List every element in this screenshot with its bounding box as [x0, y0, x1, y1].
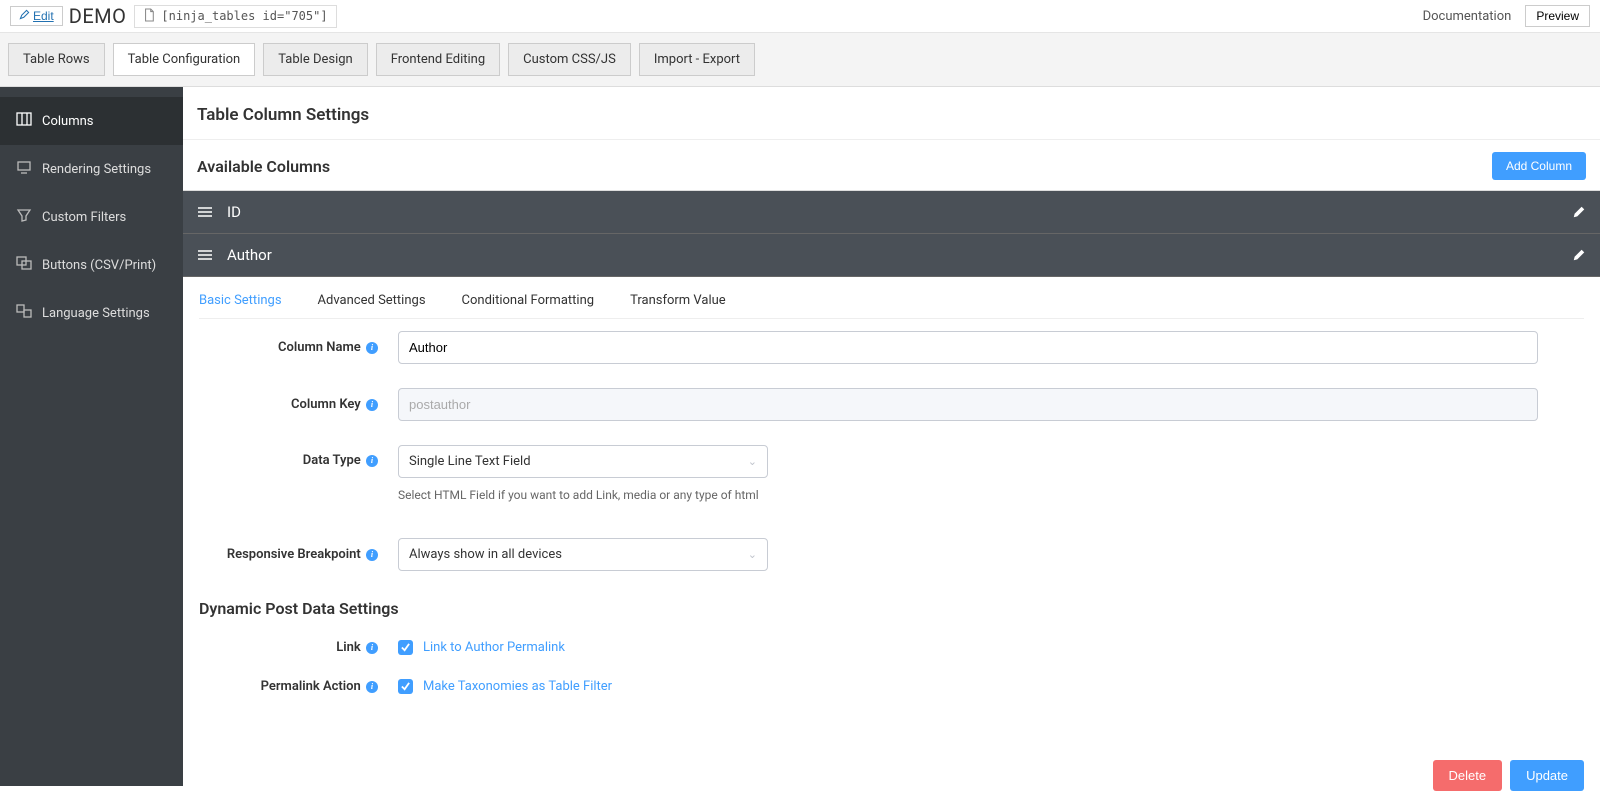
documentation-link[interactable]: Documentation: [1413, 5, 1522, 28]
column-name: Author: [227, 246, 272, 264]
data-type-select[interactable]: Single Line Text Field ⌄: [398, 445, 768, 478]
sidebar-item-columns[interactable]: Columns: [0, 97, 183, 145]
language-icon: [16, 303, 32, 323]
column-settings-panel: Basic Settings Advanced Settings Conditi…: [183, 277, 1600, 583]
permalink-label: Permalink Action: [261, 679, 361, 694]
available-columns-title: Available Columns: [197, 157, 330, 176]
tab-frontend-editing[interactable]: Frontend Editing: [376, 43, 500, 76]
chevron-down-icon: ⌄: [748, 548, 757, 561]
sidebar-item-label: Buttons (CSV/Print): [42, 258, 156, 273]
sidebar-item-buttons[interactable]: Buttons (CSV/Print): [0, 241, 183, 289]
column-name-label: Column Name: [278, 340, 361, 355]
column-row-id[interactable]: ID: [183, 191, 1600, 234]
sidebar-item-label: Custom Filters: [42, 210, 126, 225]
update-button[interactable]: Update: [1510, 760, 1584, 791]
tab-import-export[interactable]: Import - Export: [639, 43, 755, 76]
info-icon[interactable]: i: [366, 549, 378, 561]
breakpoint-value: Always show in all devices: [409, 547, 562, 562]
tab-table-design[interactable]: Table Design: [263, 43, 367, 76]
chevron-down-icon: ⌄: [748, 455, 757, 468]
tab-table-rows[interactable]: Table Rows: [8, 43, 105, 76]
drag-handle-icon[interactable]: [197, 248, 213, 262]
data-type-value: Single Line Text Field: [409, 454, 531, 469]
info-icon[interactable]: i: [366, 342, 378, 354]
link-label: Link: [336, 640, 361, 655]
footer-actions: Delete Update: [1417, 748, 1600, 803]
tab-advanced-settings[interactable]: Advanced Settings: [318, 293, 426, 308]
drag-handle-icon[interactable]: [197, 205, 213, 219]
column-key-label: Column Key: [291, 397, 361, 412]
info-icon[interactable]: i: [366, 642, 378, 654]
render-icon: [16, 159, 32, 179]
permalink-checkbox[interactable]: [398, 679, 413, 694]
filter-icon: [16, 207, 32, 227]
tab-table-configuration[interactable]: Table Configuration: [113, 43, 256, 76]
sidebar-item-label: Rendering Settings: [42, 162, 151, 177]
sidebar-item-rendering[interactable]: Rendering Settings: [0, 145, 183, 193]
column-key-input: [398, 388, 1538, 421]
edit-label: Edit: [33, 9, 54, 23]
content-area: Table Column Settings Available Columns …: [183, 87, 1600, 786]
data-type-help: Select HTML Field if you want to add Lin…: [398, 478, 1584, 502]
sidebar-item-label: Language Settings: [42, 306, 150, 321]
section-title: Table Column Settings: [183, 87, 1600, 140]
pencil-icon: [19, 9, 30, 23]
info-icon[interactable]: i: [366, 681, 378, 693]
settings-tabs: Basic Settings Advanced Settings Conditi…: [199, 277, 1584, 319]
document-icon: [143, 8, 155, 25]
edit-column-icon[interactable]: [1572, 205, 1586, 219]
link-checkbox[interactable]: [398, 640, 413, 655]
column-name-input[interactable]: [398, 331, 1538, 364]
data-type-label: Data Type: [303, 453, 361, 468]
add-column-button[interactable]: Add Column: [1492, 152, 1586, 180]
permalink-checkbox-label[interactable]: Make Taxonomies as Table Filter: [423, 679, 612, 694]
sidebar-item-label: Columns: [42, 114, 94, 129]
sidebar: Columns Rendering Settings Custom Filter…: [0, 87, 183, 786]
shortcode-text: [ninja_tables id="705"]: [161, 9, 327, 23]
link-checkbox-label[interactable]: Link to Author Permalink: [423, 640, 565, 655]
tab-custom-css-js[interactable]: Custom CSS/JS: [508, 43, 631, 76]
edit-button[interactable]: Edit: [10, 6, 63, 26]
main-tabs: Table Rows Table Configuration Table Des…: [0, 33, 1600, 87]
dynamic-settings-heading: Dynamic Post Data Settings: [183, 583, 1600, 628]
tab-transform-value[interactable]: Transform Value: [630, 293, 726, 308]
buttons-icon: [16, 255, 32, 275]
columns-icon: [16, 111, 32, 131]
preview-button[interactable]: Preview: [1525, 5, 1590, 27]
tab-basic-settings[interactable]: Basic Settings: [199, 293, 282, 308]
columns-stack: ID Author: [183, 190, 1600, 277]
column-row-author[interactable]: Author: [183, 234, 1600, 277]
sidebar-item-language[interactable]: Language Settings: [0, 289, 183, 337]
sidebar-item-filters[interactable]: Custom Filters: [0, 193, 183, 241]
edit-column-icon[interactable]: [1572, 248, 1586, 262]
breakpoint-label: Responsive Breakpoint: [227, 547, 361, 562]
breakpoint-select[interactable]: Always show in all devices ⌄: [398, 538, 768, 571]
column-name: ID: [227, 203, 241, 221]
delete-button[interactable]: Delete: [1433, 760, 1503, 791]
top-bar: Edit DEMO [ninja_tables id="705"] Docume…: [0, 0, 1600, 33]
info-icon[interactable]: i: [366, 399, 378, 411]
shortcode-box[interactable]: [ninja_tables id="705"]: [134, 5, 336, 28]
tab-conditional-formatting[interactable]: Conditional Formatting: [462, 293, 595, 308]
info-icon[interactable]: i: [366, 455, 378, 467]
page-title: DEMO: [69, 4, 127, 28]
